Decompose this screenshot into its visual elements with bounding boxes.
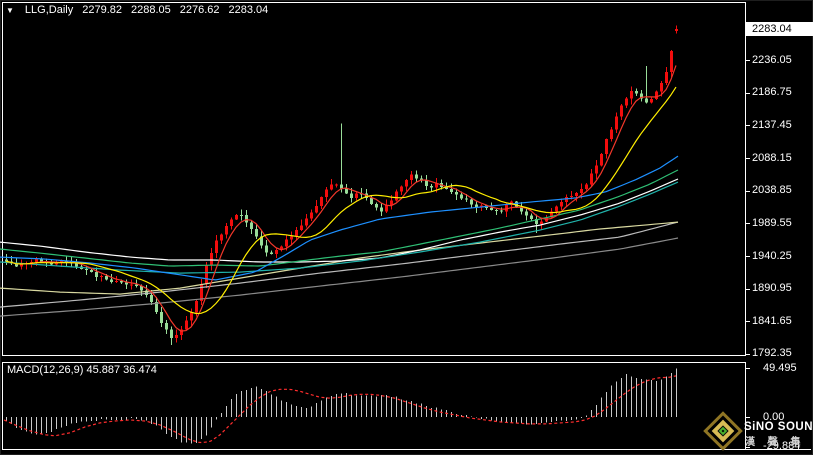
price-axis-tick [745, 125, 750, 126]
price-axis-tick [745, 158, 750, 159]
macd-indicator-label: MACD(12,26,9) 45.887 36.474 [7, 364, 157, 376]
price-axis-tick [745, 93, 750, 94]
price-axis-tick [745, 223, 750, 224]
macd-signal-line [4, 376, 676, 443]
price-axis-label: 1989.55 [752, 217, 792, 230]
price-axis-label: 1890.95 [752, 282, 792, 295]
price-axis-label: 1792.35 [752, 347, 792, 360]
price-axis-label: 2186.75 [752, 86, 792, 99]
main-pane-frame [3, 3, 746, 356]
symbol-timeframe-label: LLG,Daily [25, 4, 73, 16]
price-axis-label: 1841.65 [752, 315, 792, 328]
low-value: 2276.62 [180, 4, 220, 16]
price-axis-label: 2137.45 [752, 119, 792, 132]
open-value: 2279.82 [82, 4, 122, 16]
ma-khaki [0, 222, 678, 294]
chart-window: ▼ LLG,Daily 2279.82 2288.05 2276.62 2283… [0, 0, 813, 455]
price-axis-tick [745, 289, 750, 290]
price-axis-label: 1940.25 [752, 250, 792, 263]
price-axis-label: 2038.85 [752, 184, 792, 197]
collapse-triangle-icon[interactable]: ▼ [6, 6, 14, 15]
macd-histogram [7, 369, 677, 444]
current-price-tag: 2283.04 [746, 22, 813, 36]
price-axis-tick [745, 321, 750, 322]
close-value: 2283.04 [229, 4, 269, 16]
high-value: 2288.05 [131, 4, 171, 16]
ma-green [0, 170, 678, 266]
price-axis-tick [745, 191, 750, 192]
price-axis-tick [745, 60, 750, 61]
brand-logo: SiNO SOUND 漢 聲 集 團 [700, 410, 812, 455]
price-axis-label: 2236.05 [752, 54, 792, 67]
price-axis-tick [745, 256, 750, 257]
logo-brand-text: SiNO SOUND [744, 421, 813, 433]
price-axis-label: 2088.15 [752, 152, 792, 165]
logo-brand-text-cn: 漢 聲 集 團 [745, 433, 813, 448]
macd-axis-tick [745, 368, 750, 369]
macd-axis-label: 49.495 [763, 362, 797, 375]
price-axis-tick [745, 354, 750, 355]
price-and-macd-chart-canvas[interactable] [0, 0, 813, 455]
chart-info-bar: ▼ LLG,Daily 2279.82 2288.05 2276.62 2283… [6, 4, 268, 16]
